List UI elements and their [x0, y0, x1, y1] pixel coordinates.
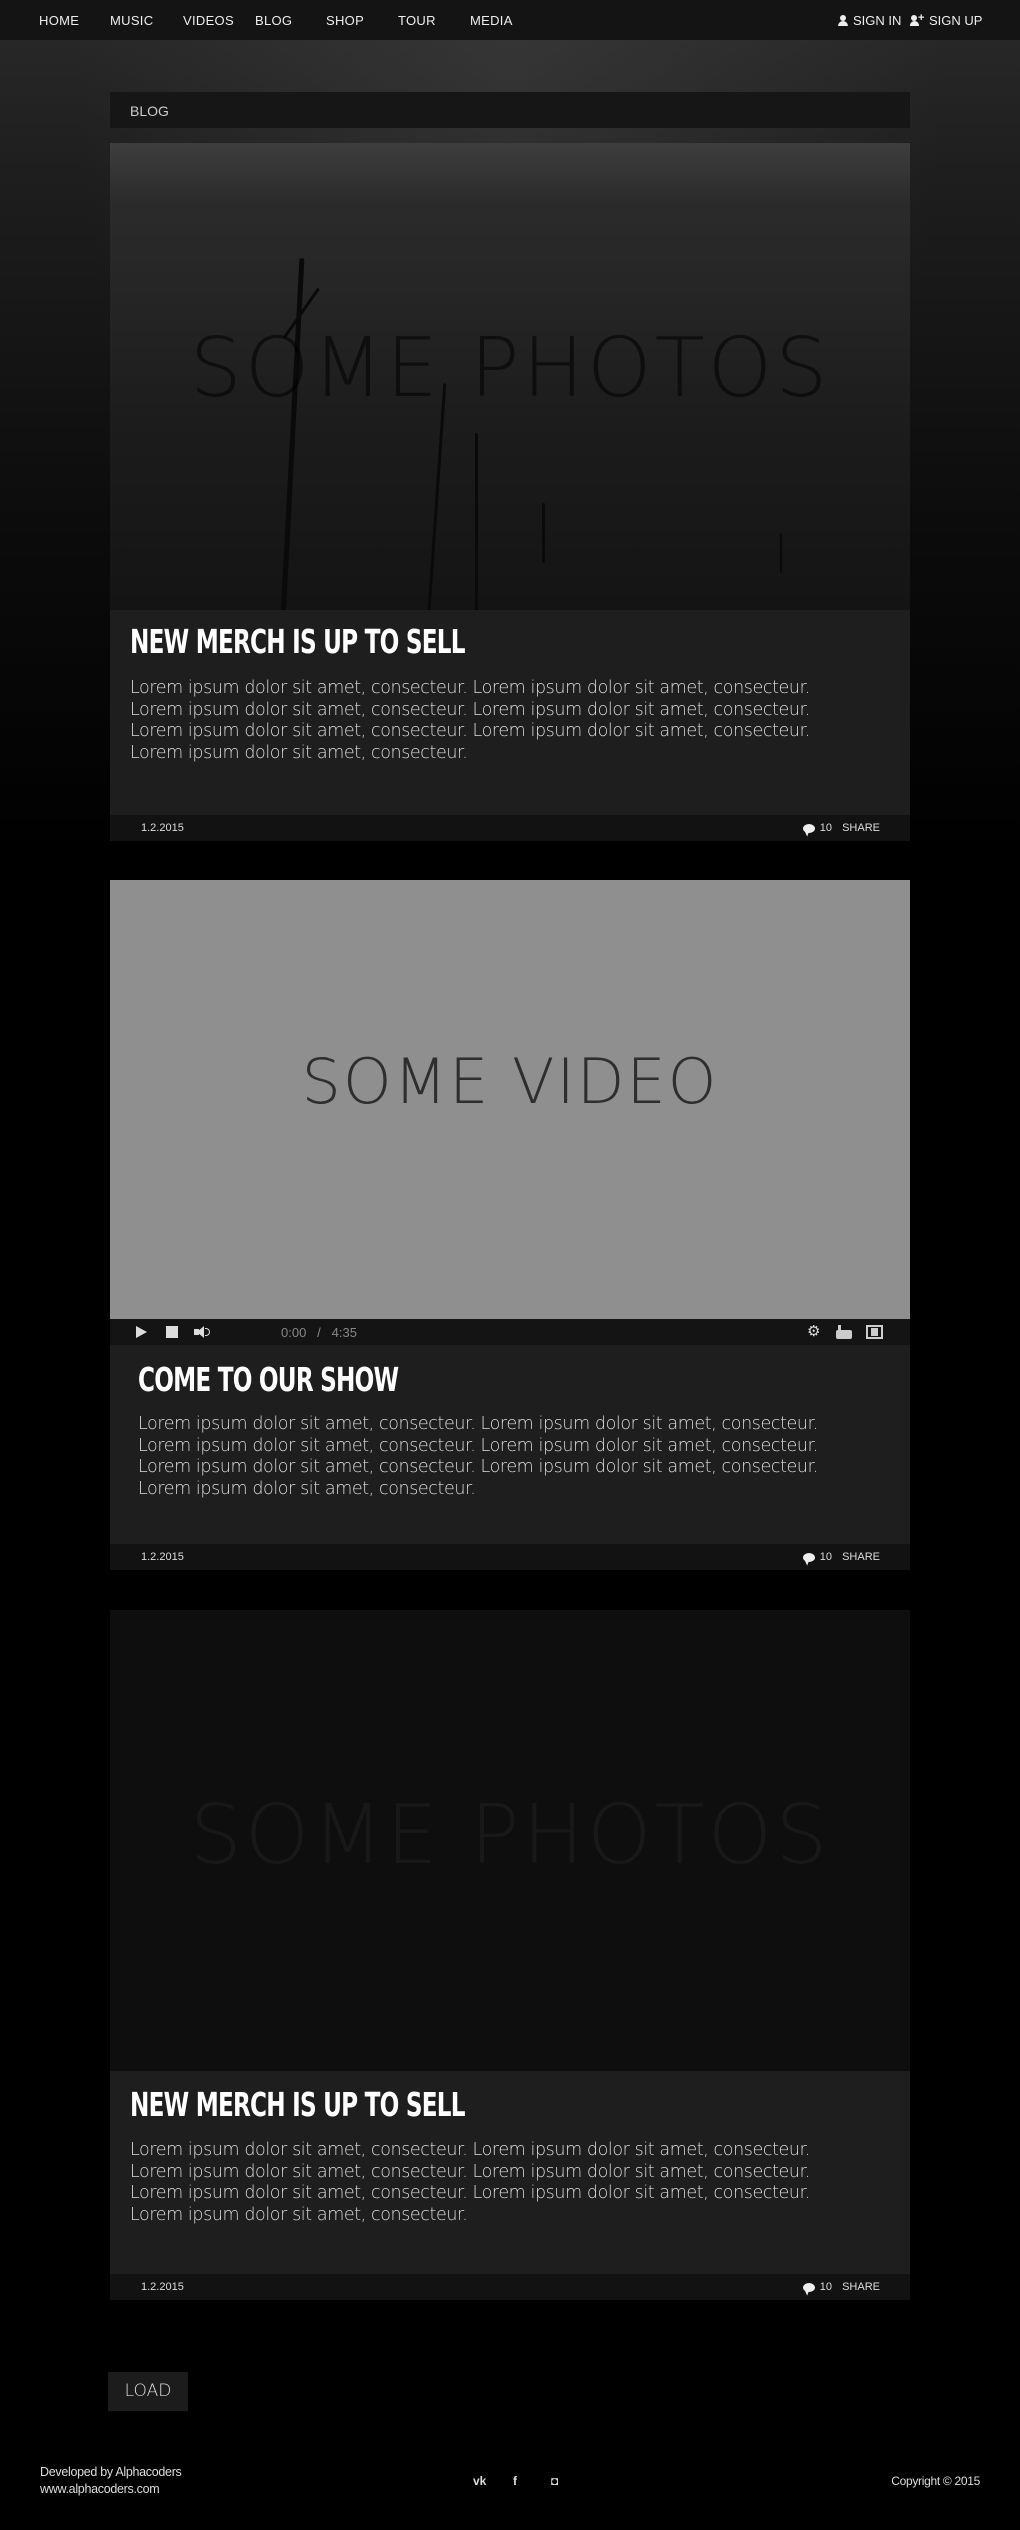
video-player[interactable]: SOME VIDEO	[110, 880, 910, 1319]
load-more-button[interactable]: LOAD	[108, 2372, 188, 2411]
youtube-icon[interactable]	[836, 1325, 852, 1339]
tree-silhouette	[542, 503, 545, 563]
nav-home[interactable]: HOME	[39, 13, 79, 28]
tree-silhouette	[780, 533, 782, 573]
media-placeholder-text: SOME PHOTOS	[189, 1788, 831, 1883]
copyright: Copyright © 2015	[891, 2474, 980, 2488]
fullscreen-film-icon[interactable]	[866, 1325, 883, 1339]
blog-post: SOME VIDEO 0:00 / 4:35 ⚙ COME TO OUR SHO…	[110, 880, 910, 1570]
post-body: NEW MERCH IS UP TO SELL Lorem ipsum dolo…	[110, 2071, 910, 2274]
volume-icon[interactable]	[194, 1326, 210, 1338]
post-date: 1.2.2015	[141, 2281, 184, 2293]
developer-credit: Developed by Alphacoders	[40, 2465, 182, 2479]
comments-link[interactable]: 10	[802, 2281, 832, 2293]
settings-gear-icon[interactable]: ⚙	[807, 1324, 820, 1339]
post-body: COME TO OUR SHOW Lorem ipsum dolor sit a…	[110, 1345, 910, 1544]
comment-count: 10	[819, 1551, 832, 1563]
tree-silhouette	[475, 433, 478, 610]
nav-tour[interactable]: TOUR	[398, 13, 436, 28]
stop-icon[interactable]	[166, 1326, 178, 1338]
post-title[interactable]: NEW MERCH IS UP TO SELL	[130, 622, 466, 661]
user-add-icon	[910, 12, 924, 26]
post-title[interactable]: COME TO OUR SHOW	[138, 1360, 399, 1399]
post-meta-bar: 1.2.2015 10 SHARE	[110, 2274, 910, 2300]
media-placeholder-text: SOME PHOTOS	[189, 321, 831, 416]
blog-post: SOME PHOTOS NEW MERCH IS UP TO SELL Lore…	[110, 1610, 910, 2300]
nav-blog[interactable]: BLOG	[255, 13, 292, 28]
sign-in-link[interactable]: SIGN IN	[838, 13, 901, 28]
share-link[interactable]: SHARE	[842, 2281, 880, 2293]
sign-up-link[interactable]: SIGN UP	[910, 12, 983, 28]
share-link[interactable]: SHARE	[842, 822, 880, 834]
media-placeholder-text: SOME VIDEO	[301, 1045, 719, 1118]
video-controls: 0:00 / 4:35 ⚙	[110, 1319, 910, 1345]
post-meta-bar: 1.2.2015 10 SHARE	[110, 815, 910, 841]
comment-icon	[802, 2282, 815, 2292]
current-time: 0:00	[281, 1325, 307, 1340]
comments-link[interactable]: 10	[802, 822, 832, 834]
vk-icon[interactable]: vk	[473, 2474, 486, 2488]
play-icon[interactable]	[136, 1326, 147, 1338]
share-link[interactable]: SHARE	[842, 1551, 880, 1563]
comment-icon	[802, 1552, 815, 1562]
blog-section-header: BLOG	[110, 92, 910, 128]
comment-count: 10	[819, 2281, 832, 2293]
video-time: 0:00 / 4:35	[281, 1325, 357, 1340]
comment-icon	[802, 823, 815, 833]
post-date: 1.2.2015	[141, 1551, 184, 1563]
nav-media[interactable]: MEDIA	[470, 13, 513, 28]
post-photo[interactable]: SOME PHOTOS	[110, 1610, 910, 2071]
nav-videos[interactable]: VIDEOS	[183, 13, 234, 28]
post-excerpt: Lorem ipsum dolor sit amet, consecteur. …	[138, 1414, 818, 1499]
post-excerpt: Lorem ipsum dolor sit amet, consecteur. …	[130, 2140, 810, 2225]
instagram-icon[interactable]: ◘	[551, 2474, 558, 2488]
post-photo[interactable]: SOME PHOTOS	[110, 143, 910, 610]
user-icon	[838, 15, 848, 26]
post-body: NEW MERCH IS UP TO SELL Lorem ipsum dolo…	[110, 610, 910, 815]
facebook-icon[interactable]: f	[513, 2474, 517, 2488]
sign-up-label: SIGN UP	[929, 13, 983, 28]
tree-silhouette	[426, 383, 447, 610]
duration: 4:35	[331, 1325, 357, 1340]
post-meta-bar: 1.2.2015 10 SHARE	[110, 1544, 910, 1570]
nav-shop[interactable]: SHOP	[326, 13, 364, 28]
sign-in-label: SIGN IN	[853, 13, 902, 28]
comments-link[interactable]: 10	[802, 1551, 832, 1563]
developer-site-link[interactable]: www.alphacoders.com	[40, 2481, 182, 2498]
comment-count: 10	[819, 822, 832, 834]
footer-credits: Developed by Alphacoders www.alphacoders…	[40, 2464, 182, 2498]
post-excerpt: Lorem ipsum dolor sit amet, consecteur. …	[130, 678, 810, 763]
post-date: 1.2.2015	[141, 822, 184, 834]
time-separator: /	[317, 1325, 321, 1340]
nav-music[interactable]: MUSIC	[110, 13, 153, 28]
top-nav: HOME MUSIC VIDEOS BLOG SHOP TOUR MEDIA S…	[0, 0, 1020, 40]
post-title[interactable]: NEW MERCH IS UP TO SELL	[130, 2085, 466, 2124]
blog-post: SOME PHOTOS NEW MERCH IS UP TO SELL Lore…	[110, 143, 910, 841]
